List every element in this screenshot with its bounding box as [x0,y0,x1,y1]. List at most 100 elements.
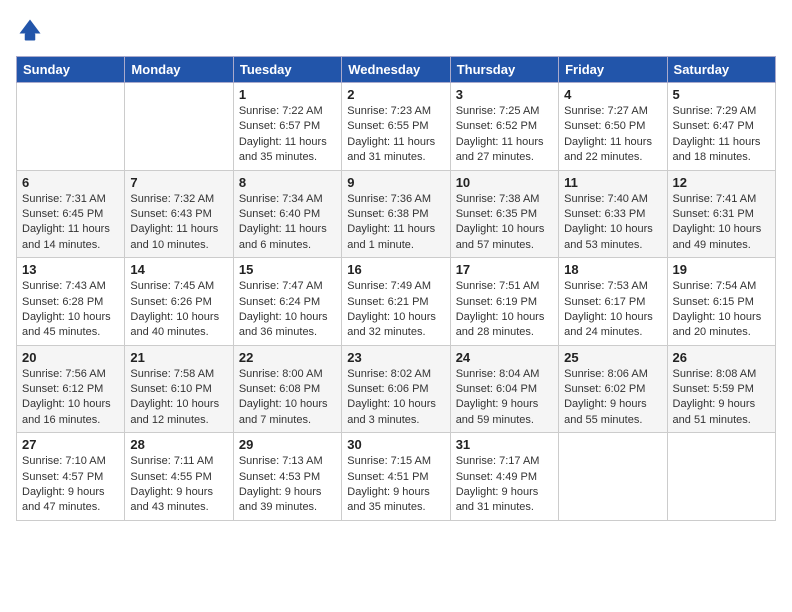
calendar-cell: 5Sunrise: 7:29 AMSunset: 6:47 PMDaylight… [667,83,775,171]
day-number: 10 [456,175,553,190]
day-number: 27 [22,437,119,452]
col-saturday: Saturday [667,57,775,83]
col-sunday: Sunday [17,57,125,83]
day-number: 15 [239,262,336,277]
day-info: Sunrise: 8:04 AMSunset: 6:04 PMDaylight:… [456,367,553,429]
calendar-cell: 23Sunrise: 8:02 AMSunset: 6:06 PMDayligh… [342,345,450,433]
day-number: 28 [130,437,227,452]
calendar-cell: 30Sunrise: 7:15 AMSunset: 4:51 PMDayligh… [342,433,450,521]
calendar-cell: 22 Sunrise: 8:00 AMSunset: 6:08 PMDayligh… [233,345,341,433]
day-number: 19 [673,262,770,277]
calendar-cell: 24 Sunrise: 8:04 AMSunset: 6:04 PMDayligh… [450,345,558,433]
day-number: 12 [673,175,770,190]
day-number: 2 [347,87,444,102]
calendar-cell: 3Sunrise: 7:25 AMSunset: 6:52 PMDaylight… [450,83,558,171]
calendar-cell: 28 Sunrise: 7:11 AMSunset: 4:55 PMDayligh… [125,433,233,521]
day-info: Sunrise: 7:58 AMSunset: 6:10 PMDaylight:… [130,367,227,429]
calendar-week-row: 27 Sunrise: 7:10 AMSunset: 4:57 PMDayligh… [17,433,776,521]
calendar-week-row: 6Sunrise: 7:31 AMSunset: 6:45 PMDaylight… [17,170,776,258]
day-number: 14 [130,262,227,277]
day-number: 24 [456,350,553,365]
calendar-cell: 14 Sunrise: 7:45 AMSunset: 6:26 PMDayligh… [125,258,233,346]
logo [16,16,48,44]
calendar-cell [17,83,125,171]
calendar-week-row: 13 Sunrise: 7:43 AMSunset: 6:28 PMDayligh… [17,258,776,346]
day-info: Sunrise: 7:29 AMSunset: 6:47 PMDaylight:… [673,104,770,166]
calendar-cell: 27 Sunrise: 7:10 AMSunset: 4:57 PMDayligh… [17,433,125,521]
calendar-cell [667,433,775,521]
calendar-cell: 8 Sunrise: 7:34 AMSunset: 6:40 PMDaylight… [233,170,341,258]
calendar-cell: 6Sunrise: 7:31 AMSunset: 6:45 PMDaylight… [17,170,125,258]
calendar-cell: 25 Sunrise: 8:06 AMSunset: 6:02 PMDayligh… [559,345,667,433]
day-number: 16 [347,262,444,277]
day-info: Sunrise: 7:45 AMSunset: 6:26 PMDaylight:… [130,279,227,341]
day-info: Sunrise: 8:00 AMSunset: 6:08 PMDaylight:… [239,367,336,429]
calendar-cell: 10 Sunrise: 7:38 AMSunset: 6:35 PMDayligh… [450,170,558,258]
calendar-cell: 17 Sunrise: 7:51 AMSunset: 6:19 PMDayligh… [450,258,558,346]
day-info: Sunrise: 7:11 AMSunset: 4:55 PMDaylight:… [130,454,227,516]
day-info: Sunrise: 7:27 AMSunset: 6:50 PMDaylight:… [564,104,661,166]
day-number: 9 [347,175,444,190]
col-wednesday: Wednesday [342,57,450,83]
calendar-week-row: 20 Sunrise: 7:56 AMSunset: 6:12 PMDayligh… [17,345,776,433]
day-number: 31 [456,437,553,452]
calendar-cell: 1 Sunrise: 7:22 AMSunset: 6:57 PMDaylight… [233,83,341,171]
day-number: 11 [564,175,661,190]
day-info: Sunrise: 7:15 AMSunset: 4:51 PMDaylight:… [347,454,444,516]
calendar-cell: 12 Sunrise: 7:41 AMSunset: 6:31 PMDayligh… [667,170,775,258]
day-info: Sunrise: 8:06 AMSunset: 6:02 PMDaylight:… [564,367,661,429]
day-info: Sunrise: 7:23 AMSunset: 6:55 PMDaylight:… [347,104,444,166]
calendar-cell: 31Sunrise: 7:17 AMSunset: 4:49 PMDayligh… [450,433,558,521]
day-number: 8 [239,175,336,190]
day-info: Sunrise: 7:53 AMSunset: 6:17 PMDaylight:… [564,279,661,341]
calendar-cell: 18 Sunrise: 7:53 AMSunset: 6:17 PMDayligh… [559,258,667,346]
day-number: 6 [22,175,119,190]
day-number: 22 [239,350,336,365]
logo-icon [16,16,44,44]
day-number: 21 [130,350,227,365]
day-info: Sunrise: 7:56 AMSunset: 6:12 PMDaylight:… [22,367,119,429]
day-number: 18 [564,262,661,277]
calendar-cell [559,433,667,521]
day-number: 17 [456,262,553,277]
day-info: Sunrise: 7:34 AMSunset: 6:40 PMDaylight:… [239,192,336,254]
day-number: 29 [239,437,336,452]
day-number: 13 [22,262,119,277]
calendar-cell: 26 Sunrise: 8:08 AMSunset: 5:59 PMDayligh… [667,345,775,433]
day-info: Sunrise: 7:43 AMSunset: 6:28 PMDaylight:… [22,279,119,341]
page-header [16,16,776,44]
day-info: Sunrise: 7:41 AMSunset: 6:31 PMDaylight:… [673,192,770,254]
day-info: Sunrise: 7:22 AMSunset: 6:57 PMDaylight:… [239,104,336,166]
calendar-week-row: 1 Sunrise: 7:22 AMSunset: 6:57 PMDaylight… [17,83,776,171]
calendar-cell: 20 Sunrise: 7:56 AMSunset: 6:12 PMDayligh… [17,345,125,433]
calendar-cell: 9 Sunrise: 7:36 AMSunset: 6:38 PMDaylight… [342,170,450,258]
day-number: 1 [239,87,336,102]
day-info: Sunrise: 7:40 AMSunset: 6:33 PMDaylight:… [564,192,661,254]
day-info: Sunrise: 7:47 AMSunset: 6:24 PMDaylight:… [239,279,336,341]
day-info: Sunrise: 7:38 AMSunset: 6:35 PMDaylight:… [456,192,553,254]
day-info: Sunrise: 8:02 AMSunset: 6:06 PMDaylight:… [347,367,444,429]
day-info: Sunrise: 8:08 AMSunset: 5:59 PMDaylight:… [673,367,770,429]
calendar-cell: 4 Sunrise: 7:27 AMSunset: 6:50 PMDaylight… [559,83,667,171]
day-info: Sunrise: 7:10 AMSunset: 4:57 PMDaylight:… [22,454,119,516]
day-number: 26 [673,350,770,365]
day-info: Sunrise: 7:36 AMSunset: 6:38 PMDaylight:… [347,192,444,254]
calendar-cell: 7Sunrise: 7:32 AMSunset: 6:43 PMDaylight… [125,170,233,258]
calendar-cell: 29Sunrise: 7:13 AMSunset: 4:53 PMDayligh… [233,433,341,521]
calendar-cell: 11 Sunrise: 7:40 AMSunset: 6:33 PMDayligh… [559,170,667,258]
col-friday: Friday [559,57,667,83]
day-info: Sunrise: 7:51 AMSunset: 6:19 PMDaylight:… [456,279,553,341]
calendar-cell: 16 Sunrise: 7:49 AMSunset: 6:21 PMDayligh… [342,258,450,346]
calendar-cell [125,83,233,171]
day-number: 25 [564,350,661,365]
day-number: 3 [456,87,553,102]
day-number: 20 [22,350,119,365]
col-tuesday: Tuesday [233,57,341,83]
calendar-table: Sunday Monday Tuesday Wednesday Thursday… [16,56,776,521]
col-monday: Monday [125,57,233,83]
day-info: Sunrise: 7:49 AMSunset: 6:21 PMDaylight:… [347,279,444,341]
col-thursday: Thursday [450,57,558,83]
calendar-cell: 2 Sunrise: 7:23 AMSunset: 6:55 PMDaylight… [342,83,450,171]
day-number: 4 [564,87,661,102]
calendar-cell: 19Sunrise: 7:54 AMSunset: 6:15 PMDayligh… [667,258,775,346]
